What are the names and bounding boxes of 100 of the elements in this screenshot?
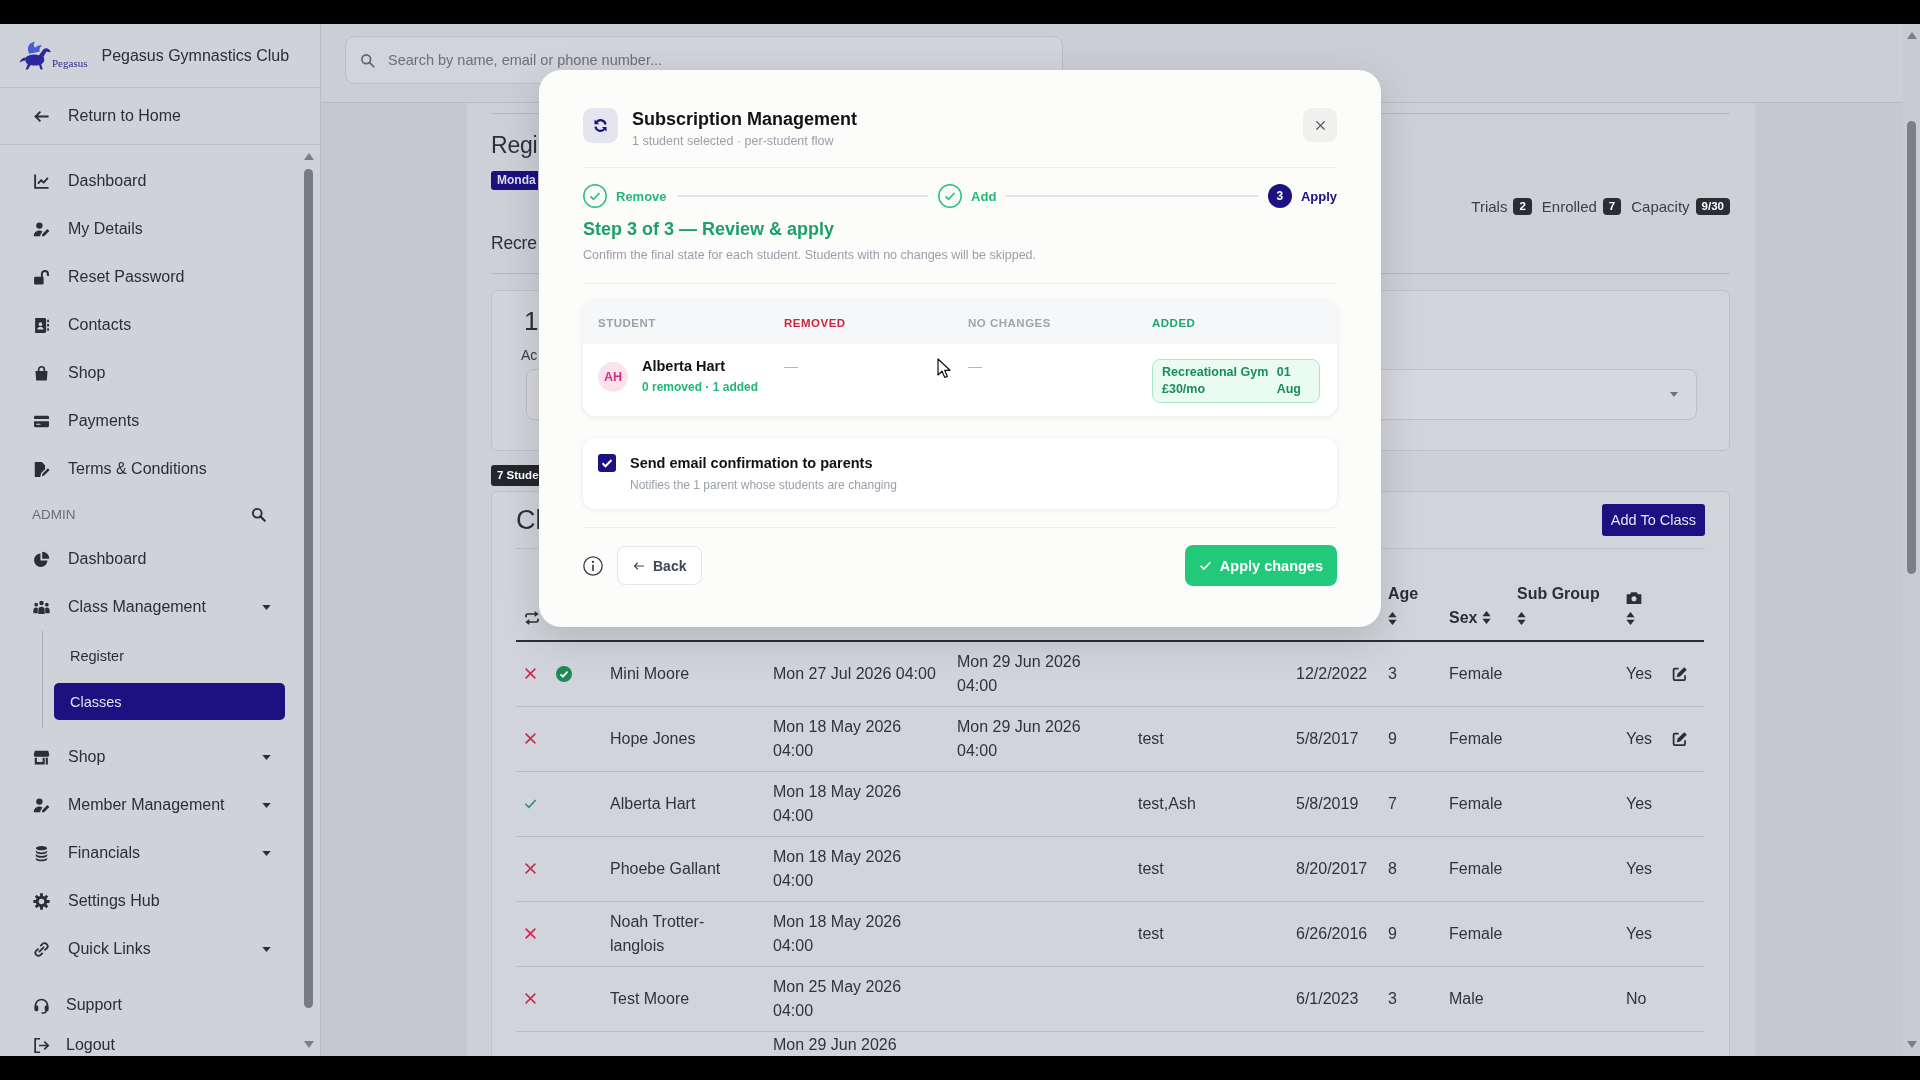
nav-subitem[interactable]: Register bbox=[54, 637, 124, 674]
photo-consent: Yes bbox=[1626, 729, 1653, 747]
birth-date: 8/20/2017 bbox=[1296, 859, 1368, 877]
nav-item[interactable]: Terms & Conditions bbox=[33, 445, 207, 493]
column-header: STUDENT bbox=[598, 316, 656, 329]
nav-item[interactable]: Support bbox=[33, 994, 123, 1016]
age-value: 3 bbox=[1388, 664, 1397, 682]
checkbox[interactable] bbox=[598, 454, 616, 472]
camera-icon bbox=[1626, 590, 1642, 606]
lesson-date: Mon 18 May 2026 04:00 bbox=[773, 912, 902, 954]
pie-chart-icon bbox=[33, 550, 50, 568]
student-name: Alberta Hart bbox=[642, 357, 726, 375]
sex-value: Female bbox=[1449, 859, 1503, 877]
stat-label: Capacity bbox=[1631, 198, 1690, 215]
tag-list: test bbox=[1138, 924, 1164, 942]
scroll-down-icon[interactable] bbox=[1906, 1041, 1917, 1048]
caret-down-icon bbox=[262, 850, 271, 856]
subscription-price: £30/mo bbox=[1162, 381, 1207, 398]
logo-text: Pegasus bbox=[52, 56, 88, 69]
stat-label: Trials bbox=[1471, 198, 1508, 215]
sort-icon[interactable] bbox=[1626, 612, 1635, 625]
close-icon bbox=[1314, 119, 1326, 131]
subscription-name: Recreational Gym bbox=[1162, 364, 1269, 381]
return-link[interactable]: Return to Home bbox=[33, 107, 181, 125]
back-button[interactable]: Back bbox=[617, 546, 703, 585]
sex-value: Female bbox=[1449, 729, 1503, 747]
column-header: REMOVED bbox=[784, 316, 846, 329]
scrollbar-thumb[interactable] bbox=[304, 169, 313, 1008]
photo-consent: Yes bbox=[1626, 664, 1653, 682]
dialog-title: Subscription Management bbox=[632, 108, 858, 130]
age-value: 8 bbox=[1388, 859, 1397, 877]
tag-list: test,Ash bbox=[1138, 794, 1196, 812]
student-name: Noah Trotter-langlois bbox=[610, 912, 705, 954]
repeat-arrows-icon[interactable] bbox=[524, 610, 540, 626]
nav-item[interactable]: Class Management bbox=[33, 583, 271, 631]
birth-date: 6/1/2023 bbox=[1296, 989, 1359, 1007]
section-title: Recre bbox=[491, 232, 537, 255]
step-description: Confirm the final state for each student. Students with no changes will be skipped. bbox=[583, 247, 1038, 263]
option-hint: Notifies the 1 parent whose students are changing bbox=[630, 477, 897, 493]
nav-subitem[interactable]: Classes bbox=[54, 683, 285, 720]
info-icon[interactable] bbox=[583, 555, 603, 576]
nav-item[interactable]: Shop bbox=[33, 733, 271, 781]
lesson-date: Mon 18 May 2026 04:00 bbox=[773, 847, 902, 889]
photo-consent: No bbox=[1626, 989, 1647, 1007]
add-to-class-button[interactable]: Add To Class bbox=[1601, 504, 1705, 536]
nav-item[interactable]: Settings Hub bbox=[33, 877, 160, 925]
nav-item[interactable]: Quick Links bbox=[33, 925, 271, 973]
lesson-date: Mon 25 May 2026 04:00 bbox=[773, 977, 902, 1019]
logout-icon bbox=[33, 1036, 50, 1054]
lesson-date: Mon 29 Jun 2026 bbox=[773, 1035, 897, 1053]
students-badge: 7 Stude bbox=[491, 465, 539, 486]
nav-item[interactable]: Reset Password bbox=[33, 253, 185, 301]
day-badge: Monda bbox=[491, 171, 538, 190]
gear-icon bbox=[33, 892, 50, 910]
arrow-left-icon bbox=[633, 559, 645, 572]
photo-consent: Yes bbox=[1626, 859, 1653, 877]
link-icon bbox=[33, 940, 50, 958]
student-name: Test Moore bbox=[610, 989, 690, 1007]
signature-icon bbox=[33, 460, 50, 478]
section-label: ADMIN bbox=[32, 506, 76, 522]
empty-value: — bbox=[784, 358, 798, 374]
nav-item[interactable]: Payments bbox=[33, 397, 140, 445]
edit-icon[interactable] bbox=[1672, 730, 1688, 747]
nav-item[interactable]: Financials bbox=[33, 829, 271, 877]
lesson-date: Mon 29 Jun 2026 04:00 bbox=[957, 717, 1081, 759]
scrollbar-thumb[interactable] bbox=[1907, 121, 1916, 574]
sort-icon[interactable] bbox=[1517, 612, 1526, 625]
search-icon[interactable] bbox=[251, 506, 266, 522]
caret-down-icon bbox=[262, 802, 271, 808]
scroll-up-icon[interactable] bbox=[1906, 32, 1917, 39]
nav-item[interactable]: Logout bbox=[33, 1034, 115, 1056]
nav-item[interactable]: Dashboard bbox=[33, 157, 147, 205]
sort-icon[interactable] bbox=[1482, 611, 1492, 624]
nav-item[interactable]: Dashboard bbox=[33, 535, 147, 583]
caret-down-icon bbox=[1670, 392, 1678, 397]
scroll-down-icon[interactable] bbox=[303, 1041, 314, 1048]
birth-date: 5/8/2019 bbox=[1296, 794, 1359, 812]
nav-item[interactable]: Member Management bbox=[33, 781, 271, 829]
photo-consent: Yes bbox=[1626, 924, 1653, 942]
column-header[interactable]: Sub Group bbox=[1517, 582, 1610, 606]
edit-icon[interactable] bbox=[1672, 665, 1688, 682]
count-badge: 2 bbox=[1513, 198, 1532, 215]
nav-item[interactable]: Shop bbox=[33, 349, 106, 397]
age-value: 3 bbox=[1388, 989, 1397, 1007]
empty-value: — bbox=[968, 358, 982, 374]
column-header[interactable]: Age bbox=[1388, 582, 1433, 606]
nav-item[interactable]: Contacts bbox=[33, 301, 132, 349]
lesson-date: Mon 18 May 2026 04:00 bbox=[773, 717, 902, 759]
birth-date: 6/26/2016 bbox=[1296, 924, 1368, 942]
column-header: ADDED bbox=[1152, 316, 1196, 329]
caret-down-icon bbox=[262, 604, 271, 610]
scroll-up-icon[interactable] bbox=[303, 153, 314, 160]
stat-label: Enrolled bbox=[1541, 198, 1597, 215]
nav-item[interactable]: My Details bbox=[33, 205, 143, 253]
student-name: Hope Jones bbox=[610, 729, 696, 747]
column-header[interactable]: Sex bbox=[1449, 609, 1478, 626]
winged-horse-icon bbox=[18, 39, 54, 72]
user-pen-icon bbox=[33, 220, 50, 238]
sort-icon[interactable] bbox=[1388, 612, 1397, 625]
people-group-icon bbox=[33, 598, 50, 616]
